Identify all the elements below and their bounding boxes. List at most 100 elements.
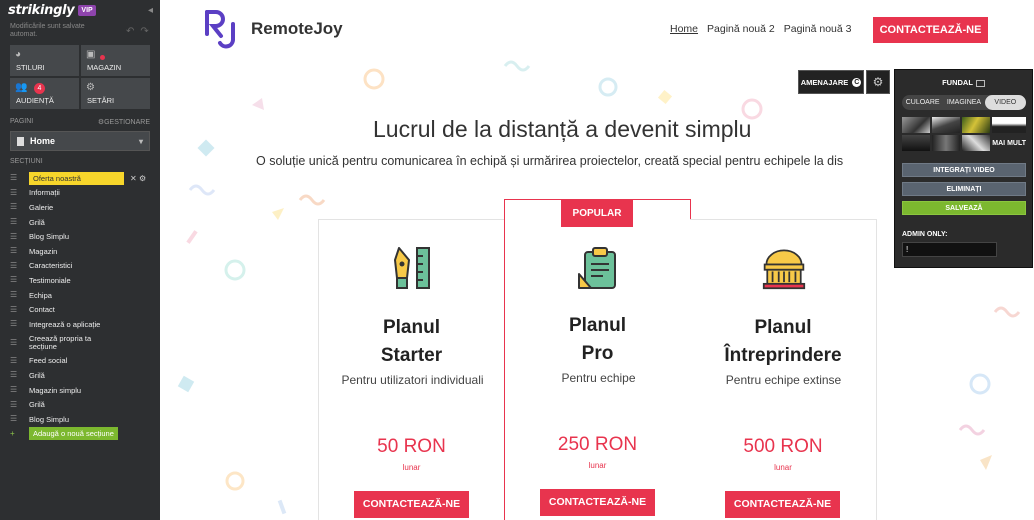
page-icon xyxy=(17,136,24,146)
section-item[interactable]: ☰ Blog Simplu xyxy=(10,412,155,427)
section-name: Grilă xyxy=(29,400,45,410)
nav-link-page-3[interactable]: Pagină nouă 3 xyxy=(784,23,852,35)
section-name: Oferta noastră xyxy=(29,171,124,185)
store-button[interactable]: ▣ MAGAZIN xyxy=(81,45,150,76)
drag-handle-icon[interactable]: ☰ xyxy=(10,386,20,394)
section-name: Blog Simplu xyxy=(29,232,70,242)
header-contact-button[interactable]: CONTACTEAZĂ-NE xyxy=(873,17,988,43)
section-item[interactable]: ☰ Testimoniale xyxy=(10,273,155,288)
drag-handle-icon[interactable]: ☰ xyxy=(10,320,20,328)
clipboard-icon xyxy=(578,247,616,289)
settings-label: SETĂRI xyxy=(87,96,115,105)
section-settings-button[interactable]: ⚙ xyxy=(866,70,890,94)
video-thumbnail[interactable] xyxy=(992,117,1026,133)
image-icon xyxy=(975,79,985,87)
redo-icon[interactable]: ↷ xyxy=(140,26,148,37)
plan-card-starter: Planul Starter Pentru utilizatori indivi… xyxy=(318,219,505,520)
section-item[interactable]: ☰ Feed social xyxy=(10,354,155,369)
section-item[interactable]: ☰ Caracteristici xyxy=(10,259,155,274)
drag-handle-icon[interactable]: ☰ xyxy=(10,356,20,365)
page-select[interactable]: Home ▾ xyxy=(10,131,150,151)
drag-handle-icon[interactable]: ☰ xyxy=(10,232,20,241)
confetti-circle xyxy=(969,373,991,395)
section-item[interactable]: ☰ Echipa xyxy=(10,288,155,303)
background-title-text: FUNDAL xyxy=(942,78,973,87)
section-name: Grilă xyxy=(29,217,45,227)
layout-button[interactable]: AMENAJARE C xyxy=(798,70,864,94)
plus-icon: + xyxy=(10,428,15,438)
collapse-sidebar-icon[interactable]: ◂ xyxy=(148,5,153,16)
section-item[interactable]: ☰ Contact xyxy=(10,302,155,317)
drag-handle-icon[interactable]: ☰ xyxy=(10,291,20,299)
confetti-stick xyxy=(186,230,198,244)
background-panel: FUNDAL CULOARE IMAGINEA VIDEO MAI MULT I… xyxy=(894,69,1033,268)
palette-icon: ◕ xyxy=(15,49,22,60)
tab-video[interactable]: VIDEO xyxy=(984,95,1026,110)
drag-handle-icon[interactable]: ☰ xyxy=(10,218,20,226)
drag-handle-icon[interactable]: ☰ xyxy=(10,305,20,314)
more-videos-button[interactable]: MAI MULT xyxy=(992,135,1026,151)
tab-color[interactable]: CULOARE xyxy=(902,95,943,110)
tab-image[interactable]: IMAGINEA xyxy=(943,95,984,110)
section-item[interactable]: ☰ Blog Simplu xyxy=(10,229,155,244)
video-thumbnail[interactable] xyxy=(932,135,961,151)
gear-icon: ⚙ xyxy=(86,82,95,93)
plan-description: Pentru echipe xyxy=(561,371,636,385)
remove-button[interactable]: ELIMINAȚI xyxy=(902,182,1026,196)
pages-label: PAGINI xyxy=(10,118,34,125)
video-thumbnail[interactable] xyxy=(962,117,991,133)
section-item[interactable]: ☰ Oferta noastră ✕ ⚙ xyxy=(10,171,155,186)
section-item[interactable]: ☰ Integrează o aplicație xyxy=(10,317,155,332)
add-section-button[interactable]: + Adaugă o nouă secțiune xyxy=(10,427,155,442)
video-thumbnail[interactable] xyxy=(962,135,991,151)
integrate-video-button[interactable]: INTEGRAȚI VIDEO xyxy=(902,163,1026,177)
section-item[interactable]: ☰ Galerie xyxy=(10,200,155,215)
confetti-circle xyxy=(224,259,246,281)
building-icon xyxy=(762,249,806,290)
section-item[interactable]: ☰ Magazin simplu xyxy=(10,383,155,398)
section-item[interactable]: ☰ Grilă xyxy=(10,215,155,230)
admin-only-input[interactable]: ! xyxy=(902,242,997,257)
section-item[interactable]: ☰ Grilă xyxy=(10,397,155,412)
drag-handle-icon[interactable]: ☰ xyxy=(10,415,20,423)
drag-handle-icon[interactable]: ☰ xyxy=(10,174,20,182)
nav-link-page-2[interactable]: Pagină nouă 2 xyxy=(707,23,775,35)
drag-handle-icon[interactable]: ☰ xyxy=(10,276,20,284)
plan-name: Planul xyxy=(568,315,626,336)
plan-name: Întreprindere xyxy=(724,345,842,366)
gear-icon[interactable]: ⚙ xyxy=(139,174,146,183)
section-item[interactable]: ☰ Informații xyxy=(10,186,155,201)
drag-handle-icon[interactable]: ☰ xyxy=(10,400,20,409)
video-thumbnail[interactable] xyxy=(932,117,961,133)
plan-contact-button[interactable]: CONTACTEAZĂ-NE xyxy=(354,491,469,518)
pen-ruler-icon xyxy=(394,247,430,289)
plan-price: 500 RON xyxy=(743,436,823,457)
video-thumbnail[interactable] xyxy=(902,117,931,133)
nav-link-home[interactable]: Home xyxy=(670,23,698,35)
section-item[interactable]: ☰ Grilă xyxy=(10,368,155,383)
plan-contact-button[interactable]: CONTACTEAZĂ-NE xyxy=(540,489,655,516)
styles-button[interactable]: ◕ STILURI xyxy=(10,45,79,76)
drag-handle-icon[interactable]: ☰ xyxy=(10,203,20,211)
manage-pages-link[interactable]: ⚙GESTIONARE xyxy=(98,118,150,126)
drag-handle-icon[interactable]: ☰ xyxy=(10,371,20,379)
drag-handle-icon[interactable]: ☰ xyxy=(10,338,20,347)
video-thumbnails: MAI MULT xyxy=(902,117,1026,151)
section-name: Testimoniale xyxy=(29,275,71,285)
drag-handle-icon[interactable]: ☰ xyxy=(10,247,20,255)
current-page: Home xyxy=(30,136,56,146)
logo-row: strikingly VIP xyxy=(8,3,96,18)
video-thumbnail[interactable] xyxy=(902,135,931,151)
undo-icon[interactable]: ↶ xyxy=(126,26,134,37)
save-button[interactable]: SALVEAZĂ xyxy=(902,201,1026,215)
settings-button[interactable]: ⚙ SETĂRI xyxy=(81,78,150,109)
drag-handle-icon[interactable]: ☰ xyxy=(10,261,20,270)
audience-button[interactable]: 👥 4 AUDIENȚĂ xyxy=(10,78,79,109)
section-item[interactable]: ☰ Magazin xyxy=(10,244,155,259)
notification-dot xyxy=(100,55,105,60)
close-icon[interactable]: ✕ xyxy=(130,174,137,183)
plan-contact-button[interactable]: CONTACTEAZĂ-NE xyxy=(725,491,840,518)
section-item[interactable]: ☰ Creează propria ta secțiune xyxy=(10,332,155,354)
drag-handle-icon[interactable]: ☰ xyxy=(10,188,20,197)
section-name: Caracteristici xyxy=(29,261,73,271)
